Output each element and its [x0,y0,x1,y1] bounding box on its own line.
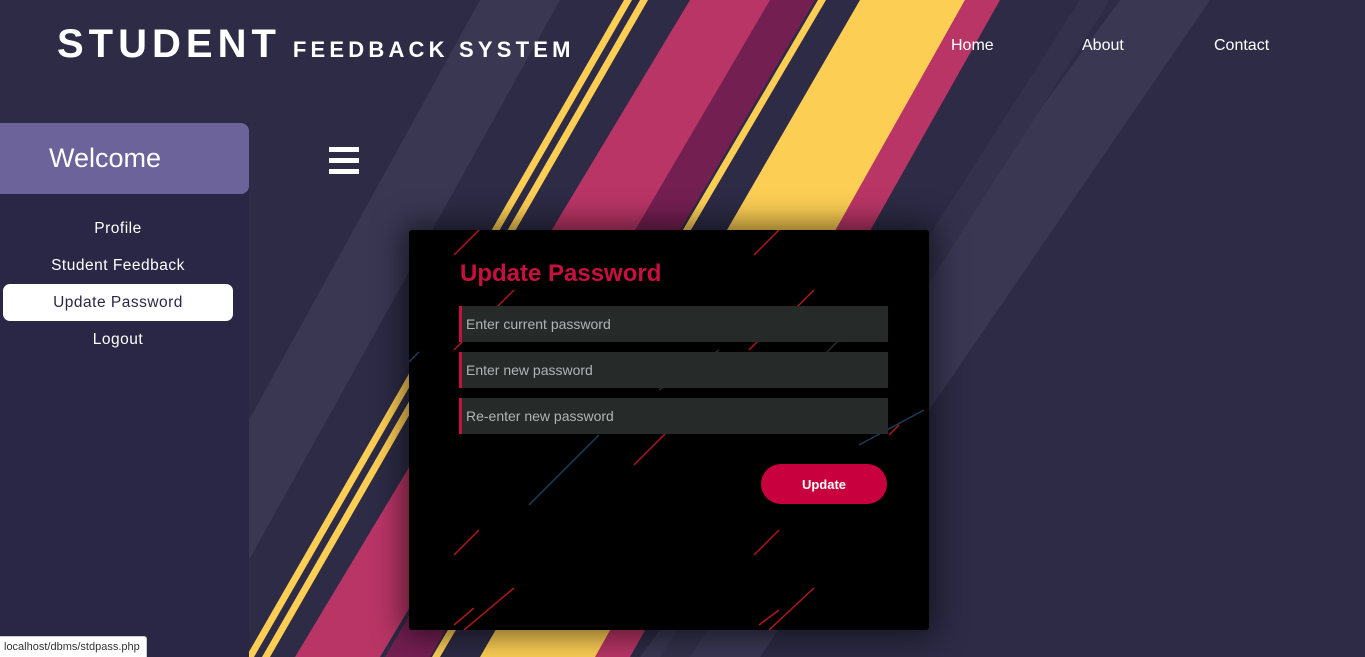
nav-about-link[interactable]: About [1082,37,1124,55]
new-password-input[interactable] [459,352,888,388]
brand-sub: FEEDBACK SYSTEM [292,37,575,62]
sidebar: Welcome Profile Student Feedback Update … [0,123,249,657]
update-password-card: Update Password Update [409,230,929,630]
status-bar-url: localhost/dbms/stdpass.php [0,636,147,657]
hamburger-icon[interactable] [329,147,359,174]
sidebar-item-student-feedback[interactable]: Student Feedback [3,247,233,284]
site-brand: STUDENT FEEDBACK SYSTEM [57,22,575,67]
sidebar-item-update-password[interactable]: Update Password [3,284,233,321]
reenter-password-input[interactable] [459,398,888,434]
sidebar-item-logout[interactable]: Logout [3,321,233,358]
sidebar-item-profile[interactable]: Profile [3,210,233,247]
nav-contact-link[interactable]: Contact [1214,37,1269,55]
welcome-panel: Welcome [0,123,249,194]
brand-main: STUDENT [57,22,281,66]
current-password-input[interactable] [459,306,888,342]
form-title: Update Password [460,260,662,287]
nav-home-link[interactable]: Home [951,37,994,55]
update-button[interactable]: Update [761,464,887,504]
